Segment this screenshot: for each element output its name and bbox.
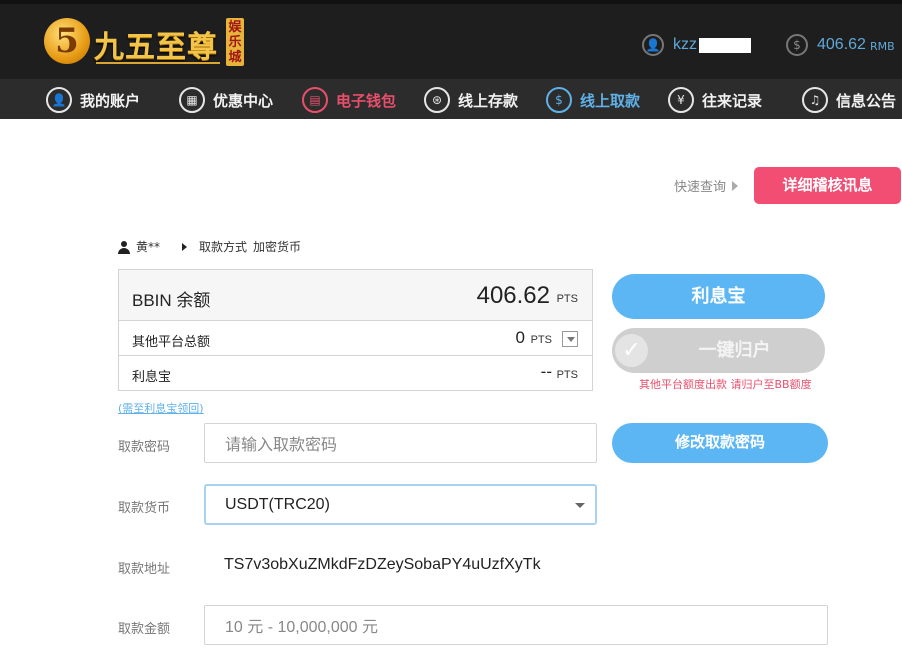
nav-label: 往来记录 (702, 91, 763, 110)
other-platform-label: 其他平台总额 (132, 335, 211, 350)
user-avatar-icon: 👤 (642, 34, 664, 56)
breadcrumb: 黄** 取款方式 加密货币 (118, 238, 301, 255)
logo-badge: 娱乐城 (226, 18, 244, 66)
amount-placeholder: 10 元 - 10,000,000 元 (225, 619, 378, 636)
username: kzz (673, 36, 697, 53)
nav-records[interactable]: ¥ 往来记录 (668, 86, 762, 114)
other-platform-row: 其他平台总额 0 PTS (119, 321, 592, 356)
bbin-balance-label: BBIN 余额 (132, 291, 211, 310)
currency-selected: USDT(TRC20) (225, 495, 330, 513)
bell-icon: ♫ (802, 87, 828, 113)
caret-right-icon (732, 180, 739, 191)
person-icon (118, 240, 130, 254)
breadcrumb-method-label: 取款方式 (199, 240, 248, 254)
caret-right-icon (182, 242, 188, 251)
bbin-balance-value: 406.62 (476, 282, 550, 309)
other-platform-value: 0 (515, 328, 525, 347)
expand-dropdown-icon[interactable] (562, 331, 578, 347)
nav-promotions[interactable]: ▦ 优惠中心 (179, 86, 273, 114)
nav-e-wallet[interactable]: ▤ 电子钱包 (302, 86, 396, 114)
pts-unit: PTS (556, 369, 578, 381)
header-balance[interactable]: $ 406.62 RMB (786, 34, 895, 56)
lixibao-button[interactable]: 利息宝 (612, 274, 825, 319)
pts-unit: PTS (556, 293, 578, 305)
withdraw-address: TS7v3obXuZMkdFzDZeySobaPY4uUzfXyTk (224, 556, 541, 573)
password-input[interactable]: 请输入取款密码 (204, 423, 597, 463)
user-info[interactable]: 👤 kzz (642, 34, 751, 56)
quick-query-link[interactable]: 快速查询 (674, 176, 739, 195)
password-placeholder: 请输入取款密码 (225, 435, 338, 454)
one-click-label: 一键归户 (698, 340, 771, 361)
withdraw-icon: $ (546, 87, 572, 113)
nav-label: 线上存款 (458, 91, 519, 110)
nav-announcements[interactable]: ♫ 信息公告 (802, 86, 896, 114)
top-header: 5 九五至尊 娱乐城 👤 kzz $ 406.62 RMB (0, 0, 902, 79)
nav-withdraw[interactable]: $ 线上取款 (546, 86, 640, 114)
main-nav: 👤 我的账户 ▦ 优惠中心 ▤ 电子钱包 ⊛ 线上存款 $ 线上取款 ¥ 往来记… (0, 79, 902, 119)
nav-label: 优惠中心 (213, 91, 274, 110)
change-password-button[interactable]: 修改取款密码 (612, 423, 828, 463)
lixibao-label: 利息宝 (132, 370, 172, 385)
records-icon: ¥ (668, 87, 694, 113)
lixibao-value: -- (540, 362, 552, 381)
nav-label: 电子钱包 (336, 91, 397, 110)
nav-label: 我的账户 (80, 91, 141, 110)
quick-query-label: 快速查询 (674, 180, 727, 195)
nav-my-account[interactable]: 👤 我的账户 (46, 86, 140, 114)
nav-deposit[interactable]: ⊛ 线上存款 (424, 86, 518, 114)
detail-audit-button[interactable]: 详细稽核讯息 (754, 167, 901, 204)
amount-label: 取款金额 (118, 622, 171, 637)
currency-select[interactable]: USDT(TRC20) (204, 484, 597, 525)
currency-label: 取款货币 (118, 501, 171, 516)
balance-panel: BBIN 余额 406.62 PTS 其他平台总额 0 PTS 利息宝 -- P… (118, 269, 593, 391)
deposit-icon: ⊛ (424, 87, 450, 113)
username-redaction (699, 37, 751, 53)
nav-label: 信息公告 (836, 91, 897, 110)
lixibao-retrieve-link[interactable]: (需至利息宝领回) (118, 400, 204, 416)
lixibao-row: 利息宝 -- PTS (119, 356, 592, 391)
one-click-note: 其他平台额度出款 请归户至BB额度 (639, 378, 812, 391)
site-logo[interactable]: 5 九五至尊 娱乐城 (44, 18, 244, 74)
pts-unit: PTS (530, 334, 552, 346)
bbin-balance-row: BBIN 余额 406.62 PTS (119, 270, 592, 321)
gift-icon: ▦ (179, 87, 205, 113)
nav-label: 线上取款 (580, 91, 641, 110)
wallet-icon: ▤ (302, 87, 328, 113)
breadcrumb-method-value: 加密货币 (253, 240, 302, 254)
logo-decoration (96, 62, 220, 64)
amount-input[interactable]: 10 元 - 10,000,000 元 (204, 605, 828, 645)
password-label: 取款密码 (118, 440, 171, 455)
breadcrumb-user: 黄** (136, 240, 161, 254)
one-click-transfer-button[interactable]: ✓ 一键归户 (612, 328, 825, 373)
address-label: 取款地址 (118, 562, 171, 577)
balance-currency: RMB (869, 40, 895, 53)
logo-text: 九五至尊 (94, 30, 218, 65)
check-icon: ✓ (615, 334, 648, 367)
user-icon: 👤 (46, 87, 72, 113)
balance-value: 406.62 (817, 36, 866, 53)
dollar-icon: $ (786, 34, 808, 56)
logo-number: 5 (44, 18, 90, 64)
